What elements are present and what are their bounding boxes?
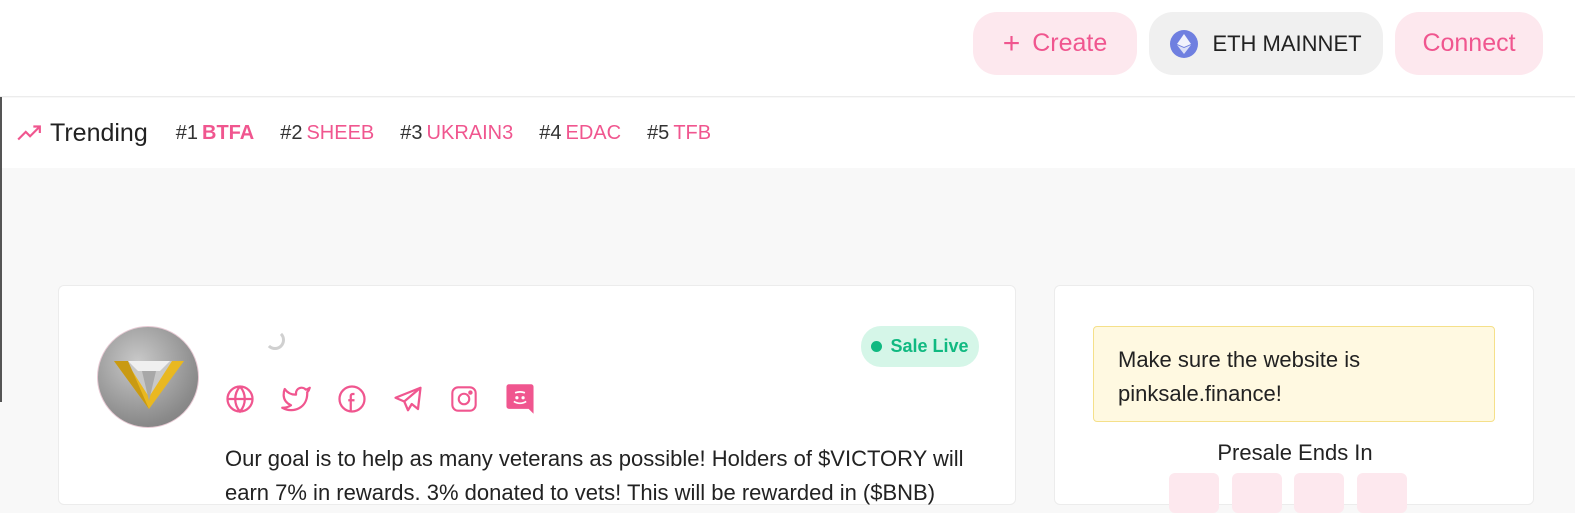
project-card: Sale Live Our goal is to help as many ve… bbox=[58, 285, 1016, 505]
loading-spinner-icon bbox=[265, 330, 285, 350]
network-label: ETH MAINNET bbox=[1212, 30, 1362, 56]
trending-item-5[interactable]: #5 TFB bbox=[647, 122, 711, 145]
trending-up-icon bbox=[17, 125, 41, 141]
website-warning: Make sure the website is pinksale.financ… bbox=[1093, 326, 1495, 422]
telegram-icon[interactable] bbox=[391, 382, 425, 416]
facebook-icon[interactable] bbox=[335, 382, 369, 416]
status-dot-icon bbox=[871, 341, 883, 352]
create-button[interactable]: + Create bbox=[973, 12, 1137, 75]
discord-icon[interactable] bbox=[503, 382, 537, 416]
trending-token[interactable]: UKRAIN3 bbox=[427, 122, 514, 144]
trending-item-1[interactable]: #1 BTFA bbox=[176, 122, 254, 145]
countdown-hours-box bbox=[1232, 473, 1282, 513]
presale-card: Make sure the website is pinksale.financ… bbox=[1054, 285, 1534, 513]
project-description: Our goal is to help as many veterans as … bbox=[225, 446, 964, 505]
website-icon[interactable] bbox=[223, 382, 257, 416]
trending-title: Trending bbox=[50, 118, 148, 147]
trending-token[interactable]: EDAC bbox=[565, 122, 621, 144]
trending-item-3[interactable]: #3 UKRAIN3 bbox=[400, 122, 513, 145]
trending-rank: #2 bbox=[280, 121, 303, 144]
trending-token[interactable]: TFB bbox=[673, 122, 711, 144]
twitter-icon[interactable] bbox=[279, 382, 313, 416]
trending-rank: #3 bbox=[400, 121, 423, 144]
social-links bbox=[223, 382, 559, 416]
countdown-seconds-box bbox=[1357, 473, 1407, 513]
network-selector-button[interactable]: ETH MAINNET bbox=[1149, 12, 1383, 75]
sale-status-label: Sale Live bbox=[890, 336, 969, 356]
presale-countdown-title: Presale Ends In bbox=[1217, 440, 1373, 465]
trending-item-4[interactable]: #4 EDAC bbox=[539, 122, 621, 145]
connect-label: Connect bbox=[1422, 29, 1516, 57]
trending-token[interactable]: BTFA bbox=[202, 122, 254, 144]
trending-bar: Trending #1 BTFA #2 SHEEB #3 UKRAIN3 #4 EDAC… bbox=[2, 98, 1575, 168]
ethereum-icon bbox=[1170, 29, 1199, 58]
top-header: + Create ETH MAINNET Connect bbox=[0, 0, 1575, 97]
create-label: Create bbox=[1032, 29, 1108, 57]
sale-status-badge: Sale Live bbox=[861, 326, 979, 367]
connect-button[interactable]: Connect bbox=[1395, 12, 1543, 75]
trending-item-2[interactable]: #2 SHEEB bbox=[280, 122, 374, 145]
trending-rank: #4 bbox=[539, 121, 562, 144]
trending-rank: #5 bbox=[647, 121, 670, 144]
countdown-days-box bbox=[1169, 473, 1219, 513]
countdown-minutes-box bbox=[1294, 473, 1344, 513]
trending-rank: #1 bbox=[175, 121, 198, 144]
project-logo bbox=[97, 326, 199, 428]
trending-token[interactable]: SHEEB bbox=[306, 122, 374, 144]
plus-icon: + bbox=[1002, 26, 1021, 60]
instagram-icon[interactable] bbox=[447, 382, 481, 416]
